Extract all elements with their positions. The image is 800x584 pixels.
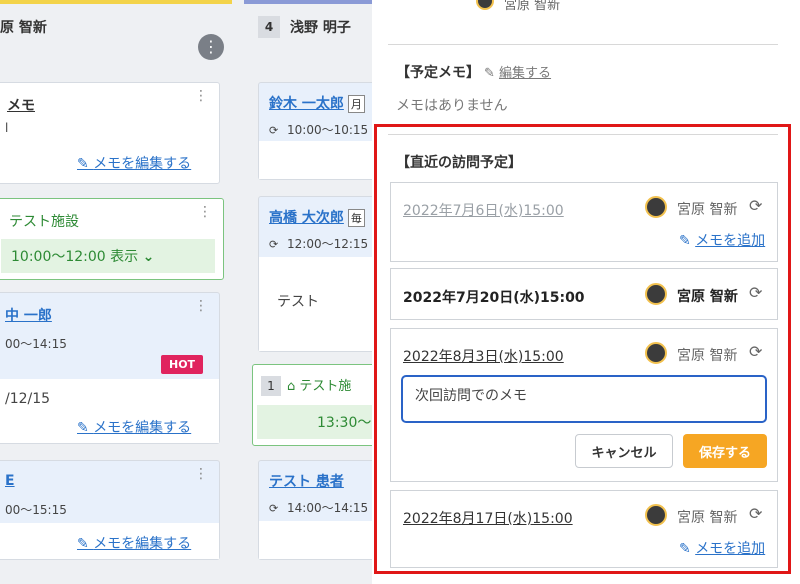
visit-card[interactable]: 鈴木 一太郎月 ⟳ 10:00〜10:15 xyxy=(258,82,372,180)
card-menu-icon[interactable]: ⋮ xyxy=(194,89,208,103)
card-date: /12/15 xyxy=(5,391,51,407)
visit-item: 2022年7月6日(水)15:00 宮原 智新 ⟳ ✎ メモを追加 xyxy=(390,182,778,262)
memo-empty-text: メモはありません xyxy=(396,98,508,114)
facility-card[interactable]: テスト施設 ⋮ 10:00〜12:00 表示 ⌄ xyxy=(0,198,224,280)
save-button[interactable]: 保存する xyxy=(683,434,767,468)
facility-count: 1 xyxy=(261,376,281,396)
facility-name[interactable]: テスト施設 xyxy=(9,211,79,231)
visit-item: 2022年8月17日(水)15:00 宮原 智新 ⟳ ✎ メモを追加 xyxy=(390,490,778,568)
visit-card[interactable]: 中 一郎 ⋮ 00〜14:15 HOT /12/15 ✎ メモを編集する xyxy=(0,292,220,444)
column-staff-name: 原 智新 xyxy=(0,20,47,36)
card-menu-icon[interactable]: ⋮ xyxy=(198,205,212,219)
avatar xyxy=(645,196,667,218)
card-memo-area xyxy=(259,141,372,179)
memo-input[interactable]: 次回訪問でのメモ xyxy=(401,375,767,423)
card-text: l xyxy=(5,121,9,135)
visit-item: 2022年8月3日(水)15:00 宮原 智新 ⟳ 次回訪問でのメモ キャンセル… xyxy=(390,328,778,482)
facility-name[interactable]: 1 ⌂ テスト施 xyxy=(261,375,351,396)
card-menu-icon[interactable]: ⋮ xyxy=(194,467,208,481)
card-memo-area xyxy=(259,521,372,559)
avatar xyxy=(645,342,667,364)
avatar xyxy=(476,0,494,10)
more-options-icon[interactable]: ⋮ xyxy=(198,34,224,60)
visit-date[interactable]: 2022年7月20日(水)15:00 xyxy=(403,287,585,307)
patient-name[interactable]: E xyxy=(5,473,15,489)
patient-name[interactable]: 高橋 大次郎毎 xyxy=(269,207,365,227)
staff-column: 4 浅野 明子 鈴木 一太郎月 ⟳ 10:00〜10:15 高橋 大次郎毎 ⟳ 12… xyxy=(244,0,372,584)
patient-name[interactable]: テスト 患者 xyxy=(269,471,344,491)
sync-icon[interactable]: ⟳ xyxy=(749,283,762,302)
add-memo-link[interactable]: ✎ メモを追加 xyxy=(679,538,765,558)
edit-memo-link[interactable]: ✎ メモを編集する xyxy=(77,417,191,437)
hot-badge: HOT xyxy=(161,355,204,374)
avatar xyxy=(645,504,667,526)
column-header: 原 智新 xyxy=(0,4,232,50)
home-icon: ⌂ xyxy=(287,379,300,394)
visit-date-link[interactable]: 2022年8月3日(水)15:00 xyxy=(403,346,564,366)
divider xyxy=(388,44,778,45)
cancel-button[interactable]: キャンセル xyxy=(575,434,673,468)
visit-time: ⟳ 10:00〜10:15 xyxy=(269,123,369,137)
visit-card[interactable]: テスト 患者 ⟳ 14:00〜14:15 xyxy=(258,460,372,560)
edit-memo-link[interactable]: ✎ メモを編集する xyxy=(77,533,191,553)
visit-time: 00〜14:15 xyxy=(5,337,67,351)
staff-name: 宮原 智新 xyxy=(677,202,738,218)
repeat-icon: ⟳ xyxy=(269,502,279,515)
avatar xyxy=(645,283,667,305)
kanban-board: 原 智新 ⋮ メモ ⋮ l ✎ メモを編集する テスト施設 ⋮ 10:00〜12… xyxy=(0,0,372,584)
pencil-icon: ✎ xyxy=(77,420,94,436)
patient-name[interactable]: 鈴木 一太郎月 xyxy=(269,93,365,113)
column-staff-name: 浅野 明子 xyxy=(290,20,351,36)
sync-icon[interactable]: ⟳ xyxy=(749,196,762,215)
facility-card[interactable]: 1 ⌂ テスト施 13:30〜 xyxy=(252,364,372,446)
visit-date-link[interactable]: 2022年7月6日(水)15:00 xyxy=(403,200,564,220)
facility-time-toggle[interactable]: 13:30〜 xyxy=(257,405,372,439)
card-memo-text: テスト xyxy=(277,294,319,310)
sync-icon[interactable]: ⟳ xyxy=(749,342,762,361)
add-memo-link[interactable]: ✎ メモを追加 xyxy=(679,230,765,250)
staff-column: 原 智新 ⋮ メモ ⋮ l ✎ メモを編集する テスト施設 ⋮ 10:00〜12… xyxy=(0,0,232,584)
pencil-icon: ✎ xyxy=(484,66,500,81)
memo-section-title: 【予定メモ】 xyxy=(396,65,480,81)
card-title[interactable]: メモ xyxy=(7,95,35,115)
visit-time: ⟳ 12:00〜12:15 xyxy=(269,237,369,251)
schedule-tag: 毎 xyxy=(347,209,365,227)
staff-name: 宮原 智新 xyxy=(677,348,738,364)
visit-card[interactable]: メモ ⋮ l ✎ メモを編集する xyxy=(0,82,220,184)
visit-time: 00〜15:15 xyxy=(5,503,67,517)
facility-time-toggle[interactable]: 10:00〜12:00 表示 ⌄ xyxy=(1,239,215,273)
repeat-icon: ⟳ xyxy=(269,238,279,251)
visit-date-link[interactable]: 2022年8月17日(水)15:00 xyxy=(403,508,573,528)
pencil-icon: ✎ xyxy=(77,156,94,172)
visit-card[interactable]: E ⋮ 00〜15:15 ✎ メモを編集する xyxy=(0,460,220,560)
column-header: 4 浅野 明子 xyxy=(244,4,372,50)
edit-memo-link[interactable]: ✎ 編集する xyxy=(484,62,551,81)
repeat-icon: ⟳ xyxy=(269,124,279,137)
staff-name: 宮原 智新 xyxy=(677,289,738,305)
card-menu-icon[interactable]: ⋮ xyxy=(194,299,208,313)
sync-icon[interactable]: ⟳ xyxy=(749,504,762,523)
column-count: 4 xyxy=(258,16,280,38)
chevron-down-icon: ⌄ xyxy=(142,249,155,265)
schedule-tag: 月 xyxy=(347,95,365,113)
visit-card[interactable]: 高橋 大次郎毎 ⟳ 12:00〜12:15 テスト xyxy=(258,196,372,352)
staff-name: 宮原 智新 xyxy=(677,510,738,526)
patient-name[interactable]: 中 一郎 xyxy=(5,305,52,325)
pencil-icon: ✎ xyxy=(77,536,94,552)
edit-memo-link[interactable]: ✎ メモを編集する xyxy=(77,153,191,173)
staff-name: 宮原 智新 xyxy=(504,0,561,13)
pencil-icon: ✎ xyxy=(679,541,696,557)
visit-item: 2022年7月20日(水)15:00 宮原 智新 ⟳ xyxy=(390,268,778,320)
visit-time: ⟳ 14:00〜14:15 xyxy=(269,501,369,515)
pencil-icon: ✎ xyxy=(679,233,696,249)
